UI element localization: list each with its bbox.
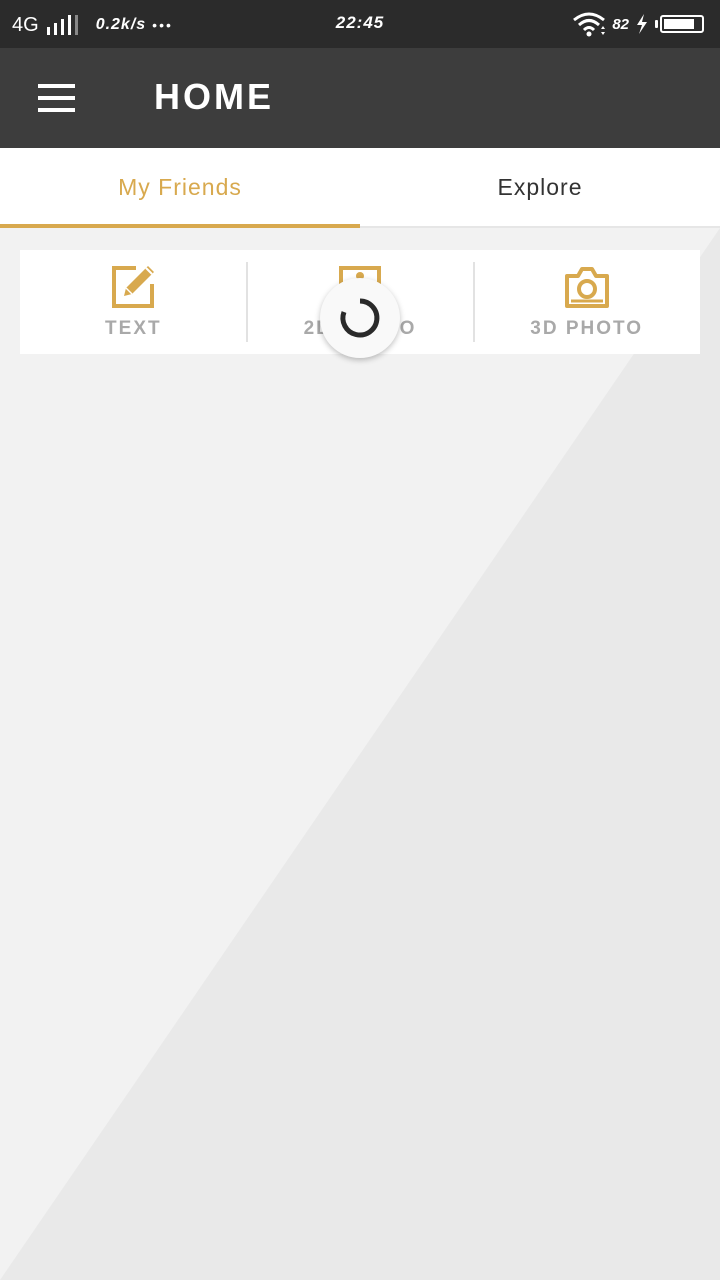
tab-label: My Friends xyxy=(118,173,242,200)
compose-3d-photo-label: 3D PHOTO xyxy=(530,318,644,339)
tab-explore[interactable]: Explore xyxy=(360,148,720,226)
camera-icon xyxy=(564,267,609,308)
battery-percent: 82 xyxy=(612,15,629,33)
edit-icon xyxy=(112,266,155,308)
tab-my-friends[interactable]: My Friends xyxy=(0,148,360,226)
status-bar: 4G 0.2k/s ••• 22:45 82 xyxy=(0,0,720,48)
charging-icon xyxy=(637,14,647,34)
compose-3d-photo-button[interactable]: 3D PHOTO xyxy=(473,250,700,354)
battery-icon xyxy=(660,15,704,33)
tab-label: Explore xyxy=(497,173,583,200)
status-right: 82 xyxy=(572,11,704,37)
wifi-icon xyxy=(573,12,606,37)
app-bar: HOME xyxy=(0,48,720,148)
background-shade xyxy=(0,228,720,1280)
hamburger-menu-icon[interactable] xyxy=(30,76,82,120)
tab-indicator xyxy=(0,224,360,228)
page-title: HOME xyxy=(154,76,274,117)
loading-spinner-icon xyxy=(320,278,400,358)
tab-bar: My Friends Explore xyxy=(0,148,720,228)
spinner-arc xyxy=(340,298,380,338)
compose-text-button[interactable]: TEXT xyxy=(20,250,247,354)
battery-nub xyxy=(655,20,658,28)
compose-text-label: TEXT xyxy=(105,318,162,339)
battery-fill xyxy=(664,19,694,29)
app-screen: 4G 0.2k/s ••• 22:45 82 HOME My Friends E… xyxy=(0,0,720,1280)
